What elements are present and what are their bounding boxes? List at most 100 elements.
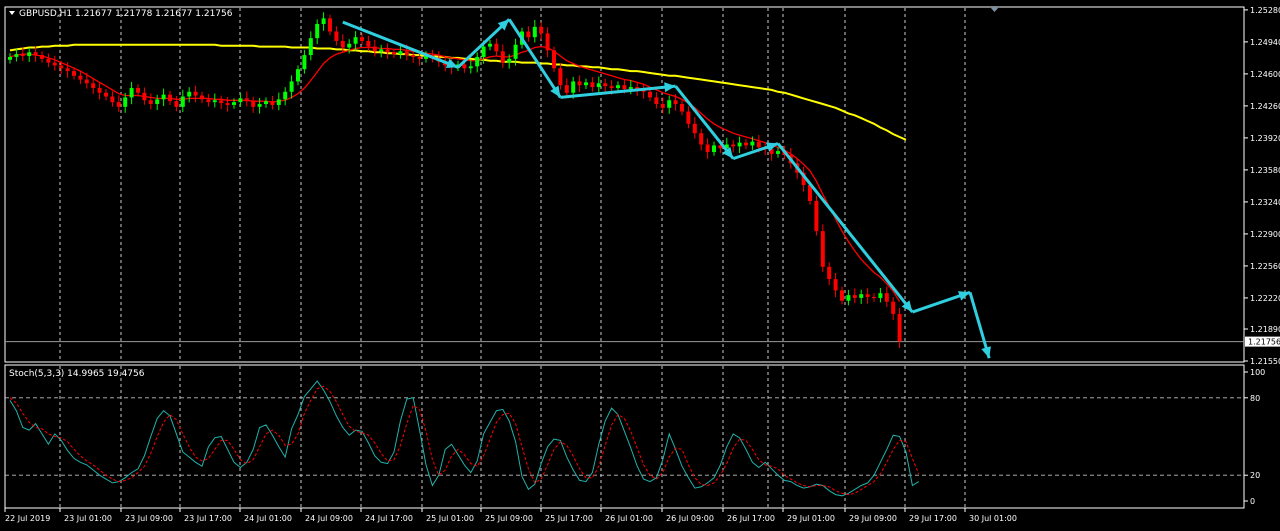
y-tick-label: 1.25280	[1250, 6, 1280, 15]
candle-bear	[84, 79, 89, 84]
candle-bull	[8, 56, 12, 60]
candle-bull	[264, 101, 268, 105]
candle-bear	[417, 56, 422, 59]
candle-bear	[622, 85, 627, 89]
candle-bear	[72, 71, 76, 76]
x-tick-label: 25 Jul 17:00	[545, 514, 593, 523]
candle-bull	[571, 81, 576, 93]
y-tick-label: 1.23240	[1250, 198, 1280, 207]
candle-bear	[206, 99, 211, 103]
y-tick-label: 1.22560	[1250, 262, 1280, 271]
candle-bear	[33, 52, 38, 56]
candle-bear	[142, 92, 147, 101]
indicator-title: Stoch(5,3,3) 14.9965 19.4756	[9, 369, 145, 379]
candle-bear	[392, 52, 396, 55]
candle-bear	[78, 75, 83, 80]
candle-bull	[155, 99, 160, 105]
candle-bear	[20, 54, 25, 57]
x-tick-label: 25 Jul 01:00	[426, 514, 474, 523]
candle-bull	[379, 49, 384, 52]
y-tick-label: 1.24940	[1250, 38, 1280, 47]
candle-bear	[200, 95, 204, 100]
candle-bull	[353, 37, 358, 44]
time-axis: 22 Jul 2019 23 Jul 01:00 23 Jul 09:00 23 Ju…	[4, 508, 1017, 523]
y-tick-label: 1.24600	[1250, 70, 1280, 79]
x-tick-label: 26 Jul 09:00	[666, 514, 714, 523]
candle-bull	[14, 54, 19, 57]
candle-bear	[756, 141, 761, 148]
stoch-tick-label: 80	[1250, 394, 1260, 403]
candle-bear	[328, 18, 332, 32]
candle-bear	[104, 92, 108, 97]
candle-bull	[507, 58, 512, 63]
x-tick-label: 29 Jul 01:00	[787, 514, 835, 523]
x-tick-label: 29 Jul 17:00	[909, 514, 957, 523]
candle-bear	[872, 296, 876, 298]
stoch-pane[interactable]	[4, 364, 1245, 509]
candle-bear	[110, 96, 115, 103]
candle-bull	[302, 55, 307, 70]
chart-title: GBPUSD,H1 1.21677 1.21778 1.21677 1.2175…	[19, 9, 233, 19]
candle-bull	[308, 38, 313, 56]
candle-bear	[590, 82, 595, 88]
candle-bear	[609, 86, 614, 89]
candle-bear	[686, 111, 691, 124]
current-price-tag: 1.21756	[1245, 336, 1280, 347]
candle-bear	[251, 101, 256, 107]
candle-bull	[180, 96, 185, 107]
x-tick-label: 25 Jul 09:00	[485, 514, 533, 523]
candle-bull	[129, 88, 134, 98]
candle-bull	[616, 85, 620, 89]
candle-bull	[712, 145, 716, 153]
candle-bear	[65, 68, 70, 72]
x-tick-label: 24 Jul 17:00	[365, 514, 413, 523]
candle-bull	[289, 81, 294, 92]
x-tick-label: 24 Jul 01:00	[244, 514, 292, 523]
candle-bull	[776, 151, 780, 154]
candle-bull	[596, 83, 601, 88]
x-tick-label: 30 Jul 01:00	[969, 514, 1017, 523]
trading-chart[interactable]: 1.25280 1.24940 1.24600 1.24260 1.23920 1.235…	[0, 0, 1280, 531]
candle-bull	[859, 294, 864, 298]
candle-bear	[526, 31, 531, 38]
candle-bear	[744, 142, 748, 146]
candle-bull	[315, 24, 320, 39]
candle-bear	[411, 55, 416, 57]
candle-bear	[699, 133, 704, 145]
x-tick-label: 23 Jul 09:00	[125, 514, 173, 523]
candle-bear	[225, 103, 230, 105]
candle-bear	[545, 33, 550, 51]
candle-bull	[750, 141, 755, 146]
candle-bear	[833, 279, 838, 291]
candle-bear	[865, 294, 870, 297]
candle-bear	[673, 100, 678, 105]
candle-bull	[667, 100, 672, 108]
candle-bull	[628, 87, 633, 89]
candle-bear	[270, 101, 275, 105]
candle-bull	[584, 82, 588, 86]
candle-bear	[494, 43, 499, 52]
candle-bear	[731, 144, 736, 147]
candle-bear	[148, 100, 153, 105]
candle-bear	[360, 37, 364, 41]
candle-bear	[500, 51, 505, 63]
stoch-tick-label: 0	[1250, 497, 1255, 506]
candle-bear	[654, 97, 659, 105]
candle-bear	[603, 83, 608, 87]
price-pane[interactable]	[4, 6, 1245, 363]
x-tick-label: 22 Jul 2019	[5, 514, 50, 523]
candle-bear	[116, 102, 121, 107]
candle-bear	[648, 91, 652, 98]
candle-bull	[212, 100, 217, 103]
candle-bear	[340, 40, 345, 48]
candle-bear	[193, 91, 198, 96]
candle-bull	[283, 91, 288, 100]
candle-bear	[814, 200, 819, 232]
candle-bear	[840, 290, 844, 301]
candle-bear	[372, 46, 377, 52]
candle-bear	[97, 88, 102, 93]
candle-bear	[558, 68, 563, 86]
candle-bear	[692, 123, 697, 134]
x-tick-label: 26 Jul 01:00	[605, 514, 653, 523]
x-tick-label: 26 Jul 17:00	[727, 514, 775, 523]
